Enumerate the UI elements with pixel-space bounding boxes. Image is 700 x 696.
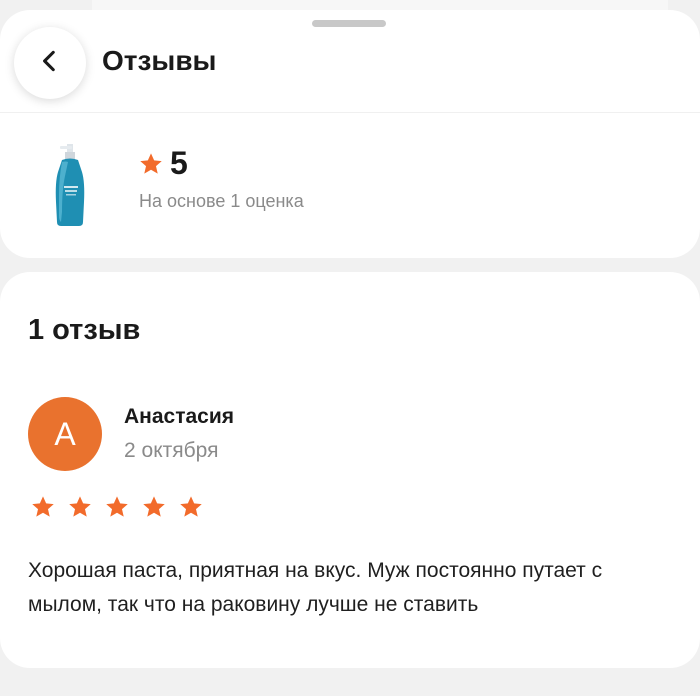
product-rating: 5: [138, 145, 188, 182]
rating-basis-text: На основе 1 оценка: [139, 191, 304, 211]
star-icon: [30, 494, 56, 520]
review-rating-stars: [30, 494, 204, 520]
divider: [0, 112, 700, 113]
avatar: А: [28, 397, 102, 471]
reviews-count-heading: 1 отзыв: [28, 314, 141, 346]
page-title: Отзывы: [102, 45, 217, 76]
rating-value: 5: [170, 145, 188, 181]
drag-handle[interactable]: [312, 20, 386, 27]
product-bottle-image[interactable]: [48, 142, 92, 228]
chevron-left-icon: [37, 48, 63, 79]
back-button[interactable]: [14, 27, 86, 99]
star-icon: [138, 151, 164, 177]
review-text: Хорошая паста, приятная на вкус. Муж пос…: [28, 559, 603, 616]
review-date: 2 октября: [124, 439, 219, 462]
star-icon: [104, 494, 130, 520]
star-icon: [178, 494, 204, 520]
star-icon: [141, 494, 167, 520]
review-author-name: Анастасия: [124, 405, 235, 428]
star-icon: [67, 494, 93, 520]
